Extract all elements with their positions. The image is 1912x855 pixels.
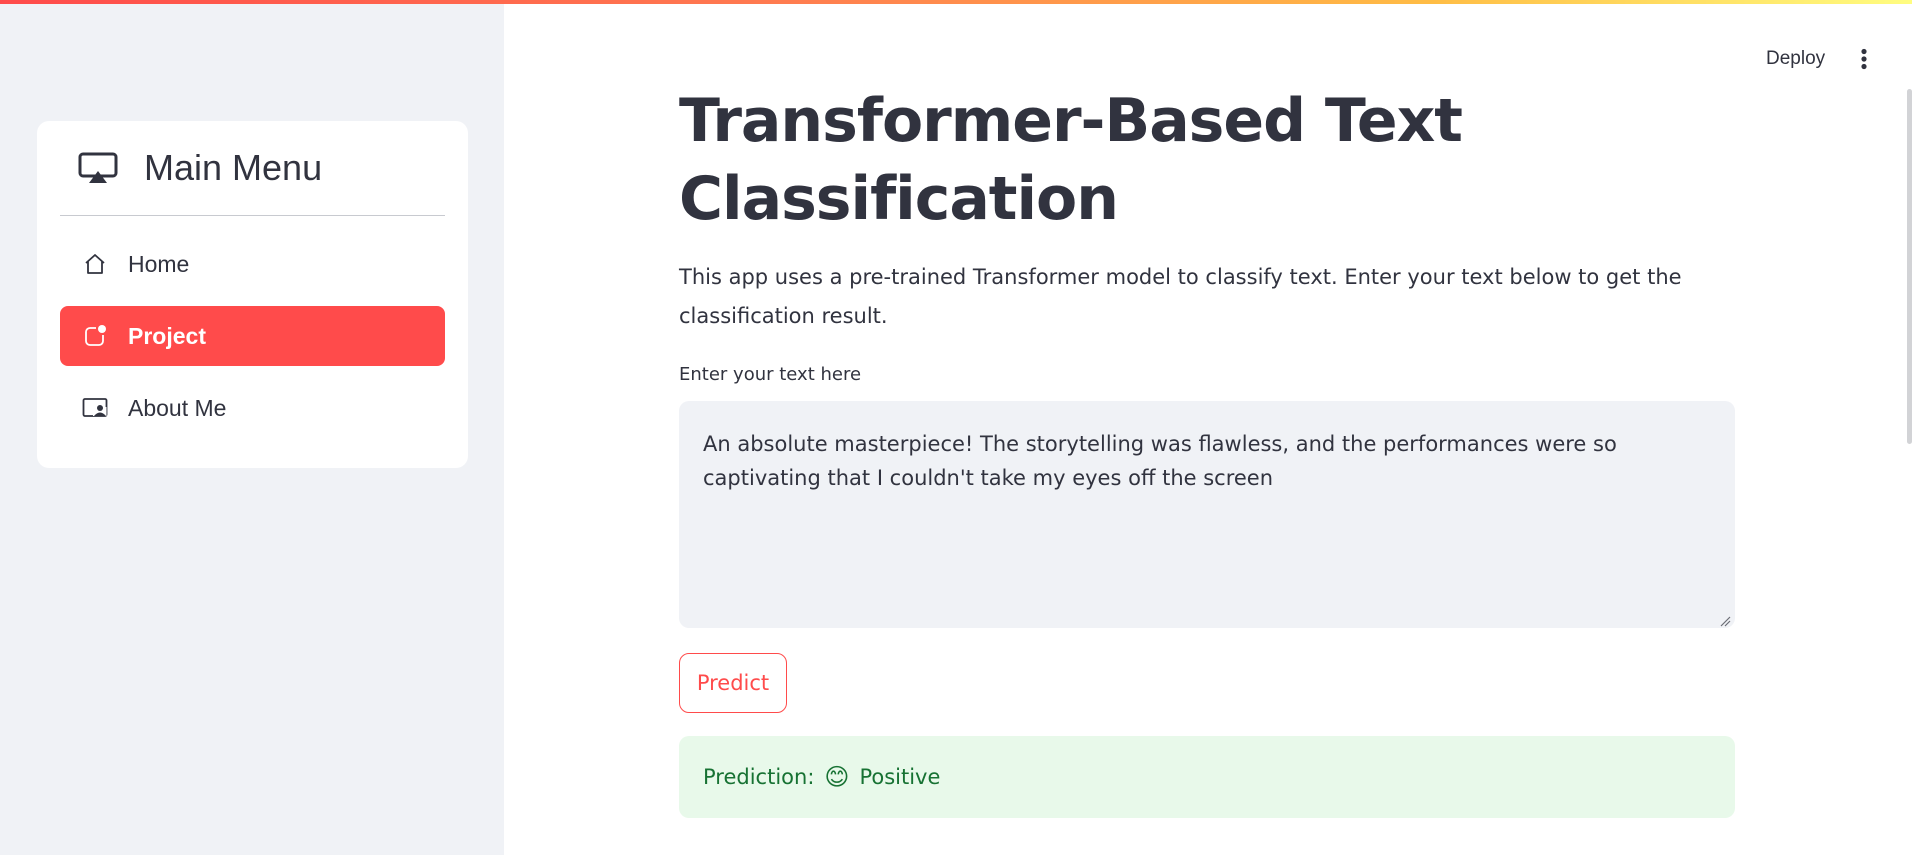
kebab-menu-icon[interactable] [1851, 41, 1877, 77]
text-input[interactable]: An absolute masterpiece! The storytellin… [679, 401, 1735, 628]
house-icon [82, 251, 108, 277]
sidebar: Main Menu Home Project About Me [0, 4, 504, 855]
main-content: Deploy Transformer-Based Text Classifica… [504, 4, 1912, 855]
sidebar-item-home[interactable]: Home [60, 234, 445, 294]
app-indicator-icon [82, 323, 108, 349]
deploy-button[interactable]: Deploy [1756, 41, 1835, 77]
sidebar-item-label: About Me [128, 394, 227, 421]
resize-handle-icon[interactable] [1719, 612, 1731, 627]
airplay-icon [78, 152, 118, 184]
sidebar-item-label: Home [128, 250, 190, 277]
sidebar-item-about-me[interactable]: About Me [60, 378, 445, 438]
sidebar-item-project[interactable]: Project [60, 306, 445, 366]
page-description: This app uses a pre-trained Transformer … [679, 265, 1682, 328]
menu-header: Main Menu [60, 121, 445, 216]
person-video-icon [82, 395, 108, 421]
smiley-emoji-icon: 😊 [824, 763, 850, 791]
prediction-label: Positive [859, 765, 941, 789]
sidebar-item-label: Project [128, 322, 206, 349]
prediction-result: Prediction: 😊 Positive [679, 736, 1735, 818]
page-title: Transformer-Based Text Classification [679, 86, 1463, 234]
text-input-label: Enter your text here [679, 364, 862, 385]
predict-button[interactable]: Predict [679, 653, 787, 713]
menu-title: Main Menu [144, 147, 323, 188]
main-menu: Main Menu Home Project About Me [37, 121, 468, 468]
scrollbar[interactable] [1907, 89, 1912, 444]
prediction-prefix: Prediction: [703, 765, 815, 789]
